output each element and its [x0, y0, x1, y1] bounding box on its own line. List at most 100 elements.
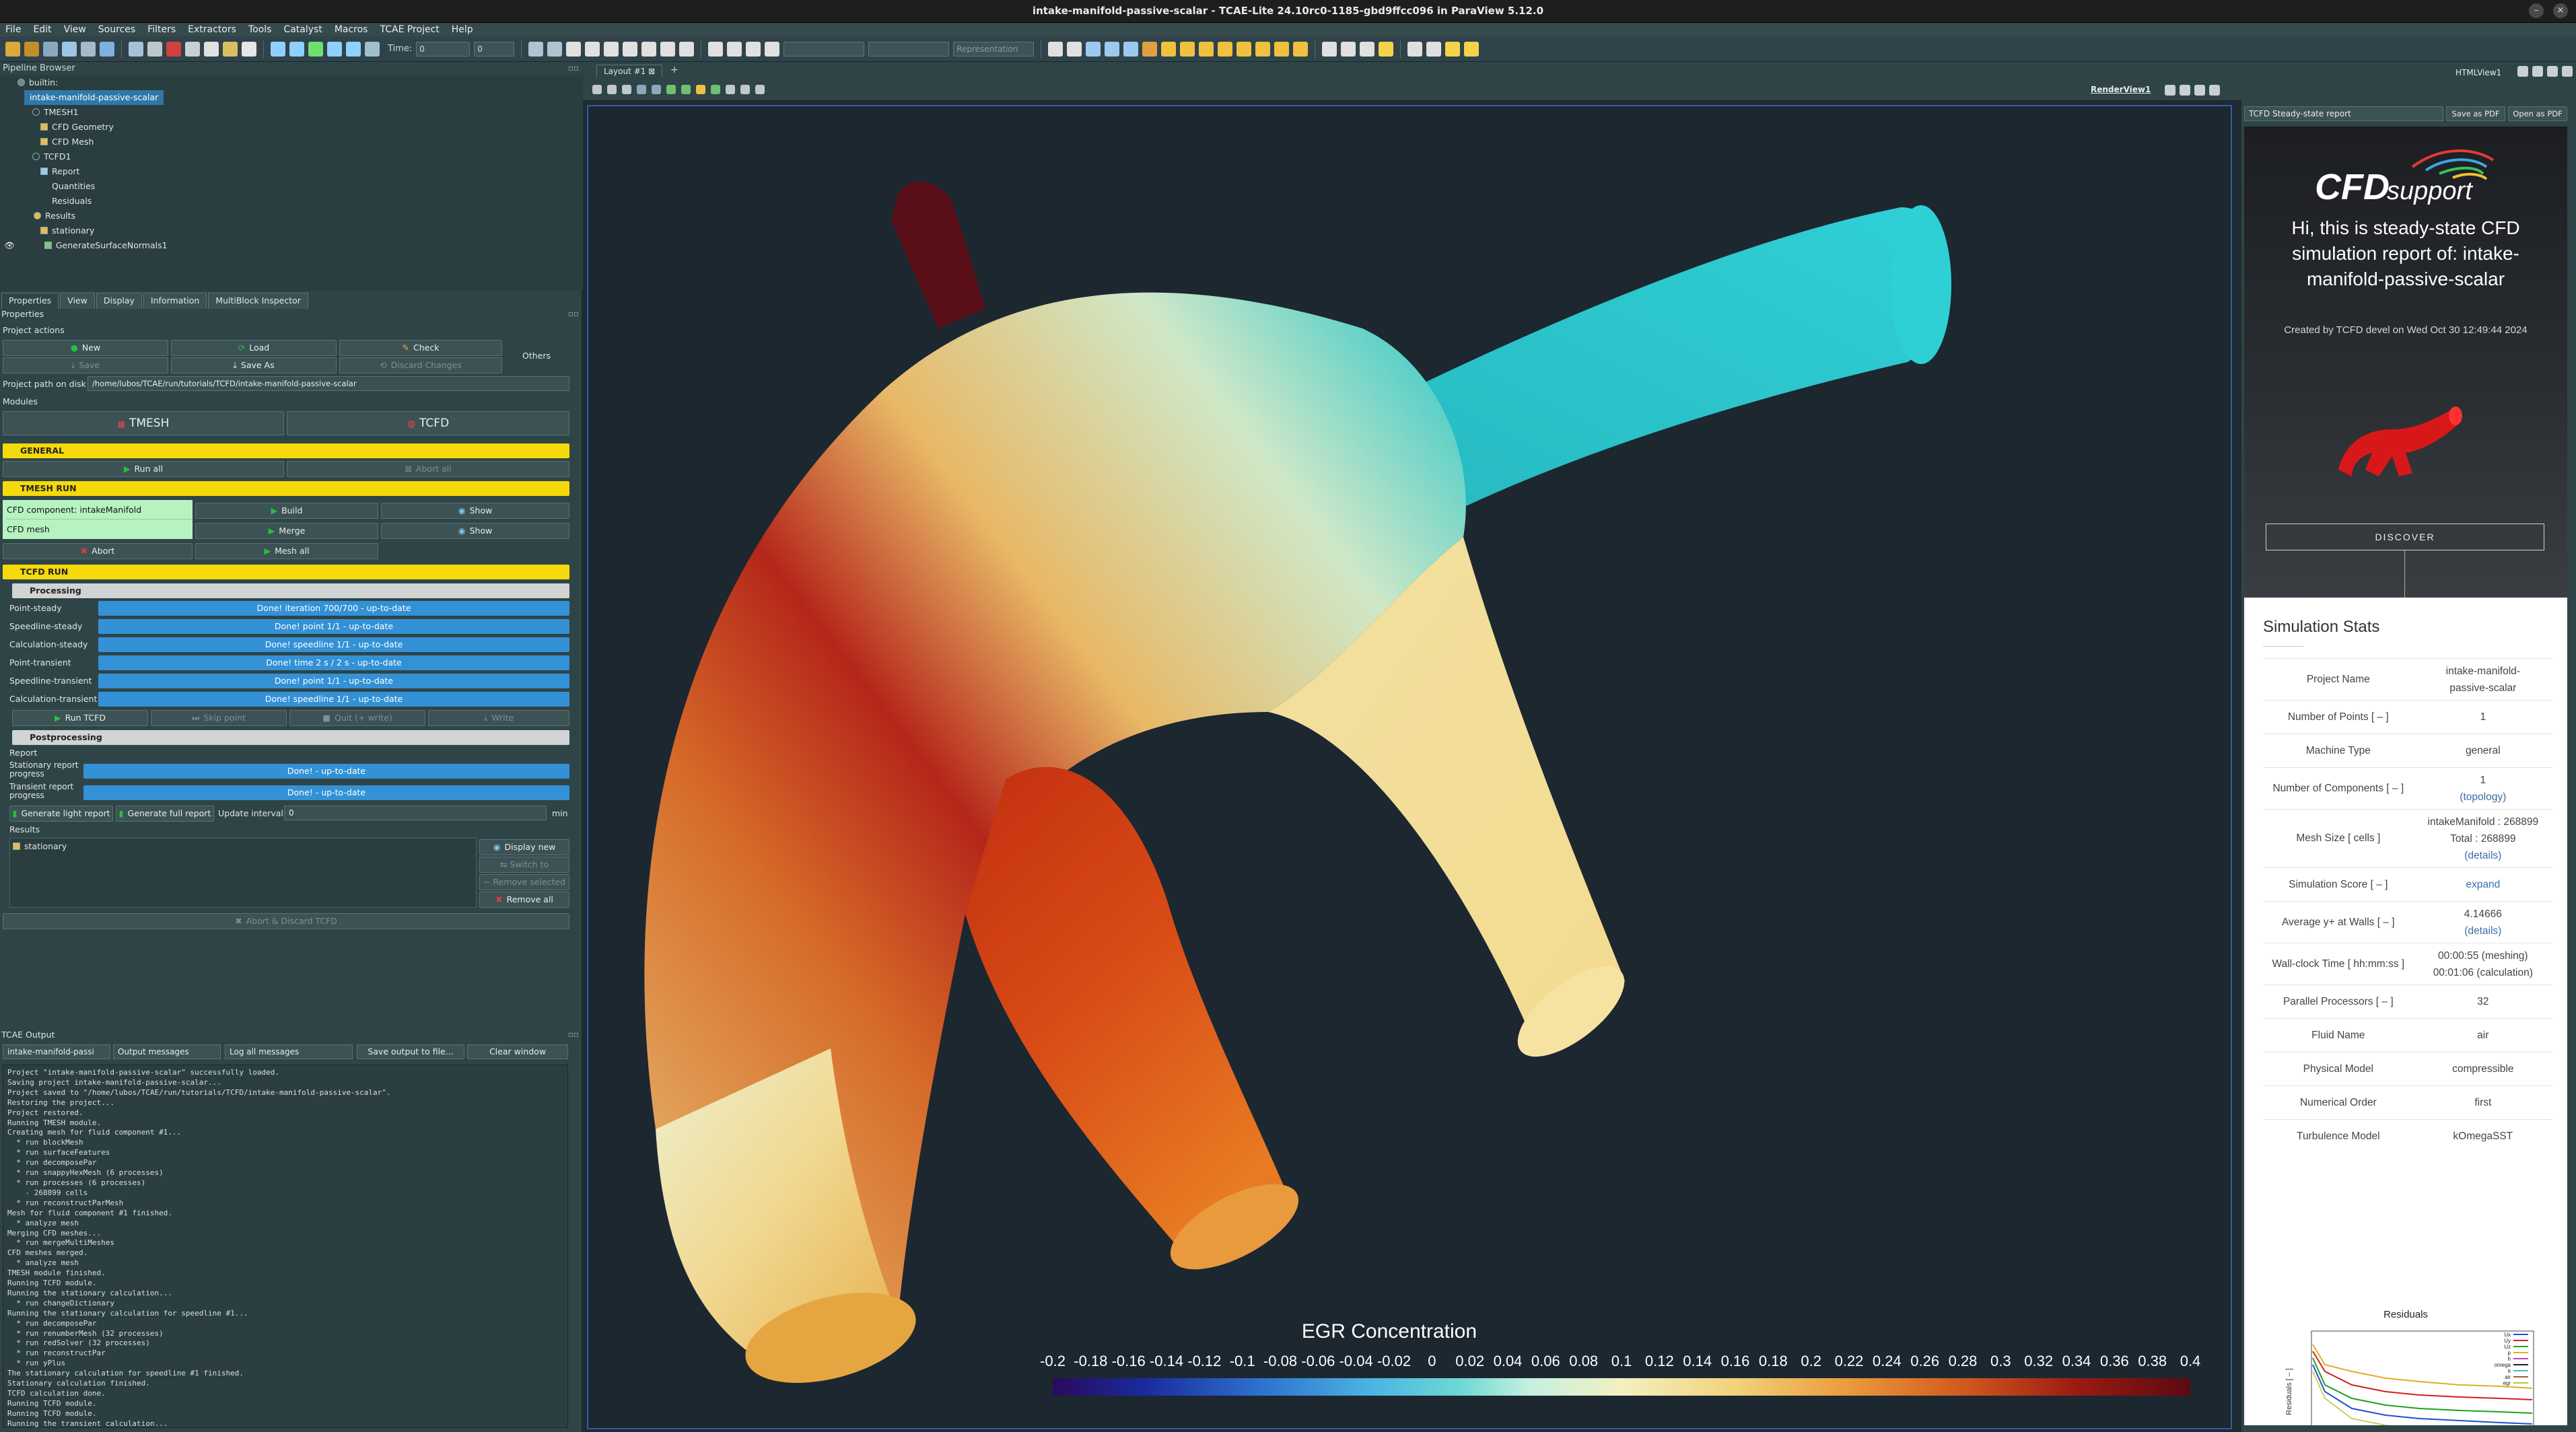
- tree-item-cfd-mesh[interactable]: CFD Mesh: [40, 135, 94, 149]
- eye-icon[interactable]: 👁: [4, 240, 15, 250]
- menu-filters[interactable]: Filters: [147, 23, 176, 36]
- rotate-icon[interactable]: [1322, 41, 1337, 57]
- stats-link[interactable]: (details): [2418, 923, 2548, 939]
- generate-light-report-button[interactable]: ▮ Generate light report: [9, 806, 113, 822]
- view-y-plus-icon[interactable]: [1123, 41, 1139, 57]
- view-x-minus-icon[interactable]: [1105, 41, 1120, 57]
- shrink-icon[interactable]: [755, 85, 765, 94]
- tab-view[interactable]: View: [60, 293, 95, 309]
- rescale-range-icon[interactable]: [746, 41, 761, 57]
- clip-icon[interactable]: [1180, 41, 1195, 57]
- menu-sources[interactable]: Sources: [98, 23, 135, 36]
- stream-tracer-icon[interactable]: [1274, 41, 1290, 57]
- glyph-icon[interactable]: [1255, 41, 1271, 57]
- reset-camera-icon[interactable]: [592, 85, 602, 94]
- tree-item-cfd-geometry[interactable]: CFD Geometry: [40, 120, 114, 135]
- ruler-icon[interactable]: [1445, 41, 1461, 57]
- grow-selection-icon[interactable]: [641, 41, 657, 57]
- rescale-custom-icon[interactable]: [765, 41, 780, 57]
- loop-icon[interactable]: [365, 41, 380, 57]
- hover-icon[interactable]: [726, 85, 735, 94]
- check-project-button[interactable]: ✎ Check: [339, 340, 502, 356]
- others-menu-button[interactable]: Others: [522, 351, 551, 361]
- stats-link[interactable]: (topology): [2418, 789, 2548, 806]
- update-interval-field[interactable]: 0: [284, 806, 547, 820]
- discard-changes-button[interactable]: ⟲ Discard Changes: [339, 357, 502, 373]
- zoom-to-data-icon[interactable]: [1067, 41, 1082, 57]
- stats-link[interactable]: (details): [2418, 847, 2548, 864]
- calculator-icon[interactable]: [1142, 41, 1158, 57]
- abort-all-button[interactable]: ⊠ Abort all: [287, 461, 569, 477]
- menu-tools[interactable]: Tools: [248, 23, 272, 36]
- split-horizontal-icon[interactable]: [2165, 85, 2175, 96]
- clear-window-button[interactable]: Clear window: [467, 1044, 568, 1059]
- run-all-button[interactable]: ▶ Run all: [3, 461, 284, 477]
- redo-icon[interactable]: [185, 41, 200, 57]
- interactive-select-icon[interactable]: [711, 85, 720, 94]
- camera-icon[interactable]: [607, 85, 617, 94]
- close-view-icon[interactable]: [2562, 66, 2573, 77]
- results-list[interactable]: stationary: [9, 838, 477, 908]
- split-horizontal-icon[interactable]: [2517, 66, 2528, 77]
- tmesh-run-section-header[interactable]: TMESH RUN: [3, 481, 569, 496]
- render-view[interactable]: EGR Concentration -0.2 -0.18 -0.16 -0.14 -0.…: [587, 105, 2232, 1429]
- warp-icon[interactable]: [1293, 41, 1309, 57]
- run-tcfd-button[interactable]: ▶ Run TCFD: [12, 710, 148, 726]
- tab-layout-1[interactable]: Layout #1 ⊠: [596, 65, 663, 77]
- view-x-plus-icon[interactable]: [1086, 41, 1101, 57]
- tree-item-project[interactable]: intake-manifold-passive-scalar: [24, 90, 164, 105]
- display-new-button[interactable]: ◉ Display new: [479, 839, 569, 855]
- slice-icon[interactable]: [1199, 41, 1214, 57]
- tree-item-tcfd1[interactable]: TCFD1: [32, 149, 71, 164]
- output-log-combo[interactable]: Log all messages: [225, 1044, 353, 1059]
- save-output-button[interactable]: Save output to file...: [357, 1044, 464, 1059]
- menu-extractors[interactable]: Extractors: [188, 23, 236, 36]
- processing-section-header[interactable]: Processing: [12, 583, 569, 598]
- select-surface-icon[interactable]: [666, 85, 676, 94]
- time-value-field[interactable]: 0: [416, 41, 471, 57]
- menu-file[interactable]: File: [5, 23, 21, 36]
- save-button[interactable]: ⤓ Save: [3, 357, 168, 373]
- pick-center-icon[interactable]: [1360, 41, 1375, 57]
- tree-item-results[interactable]: Results: [34, 209, 75, 223]
- add-layout-icon[interactable]: +: [670, 65, 678, 75]
- disconnect-icon[interactable]: [81, 41, 96, 57]
- camera-undo-icon[interactable]: [204, 41, 219, 57]
- close-icon[interactable]: ×: [2553, 3, 2568, 18]
- save-as-button[interactable]: ⤓ Save As: [171, 357, 337, 373]
- load-state-icon[interactable]: [43, 41, 58, 57]
- show-component-button[interactable]: ◉ Show: [381, 503, 569, 519]
- tag-icon[interactable]: [1464, 41, 1480, 57]
- select-points-icon[interactable]: [566, 41, 582, 57]
- discover-button[interactable]: DISCOVER: [2266, 524, 2544, 550]
- tab-information[interactable]: Information: [143, 293, 207, 309]
- output-messages-combo[interactable]: Output messages: [113, 1044, 221, 1059]
- threshold-icon[interactable]: [1218, 41, 1233, 57]
- remove-selected-button[interactable]: − Remove selected: [479, 874, 569, 890]
- stats-link[interactable]: expand: [2418, 876, 2548, 893]
- center-rotation-icon[interactable]: [1341, 41, 1356, 57]
- select-block-icon[interactable]: [604, 41, 619, 57]
- component-combo[interactable]: [868, 41, 950, 57]
- write-button[interactable]: ⤓ Write: [428, 710, 569, 726]
- play-icon[interactable]: [308, 41, 323, 57]
- build-button[interactable]: ▶ Build: [195, 503, 378, 519]
- menu-catalyst[interactable]: Catalyst: [283, 23, 322, 36]
- select-cells-icon[interactable]: [652, 85, 661, 94]
- animation-icon[interactable]: [1426, 41, 1442, 57]
- show-mesh-button[interactable]: ◉ Show: [381, 523, 569, 539]
- mesh-all-button[interactable]: ▶ Mesh all: [195, 543, 378, 559]
- screenshot-icon[interactable]: [1407, 41, 1423, 57]
- new-project-button[interactable]: ● New: [3, 340, 168, 356]
- first-frame-icon[interactable]: [271, 41, 285, 57]
- results-list-item[interactable]: stationary: [13, 841, 67, 851]
- next-frame-icon[interactable]: [327, 41, 342, 57]
- tree-item-generate-surface-normals[interactable]: 👁 GenerateSurfaceNormals1: [4, 238, 168, 253]
- open-as-pdf-button[interactable]: Open as PDF: [2508, 106, 2567, 121]
- close-view-icon[interactable]: [2209, 85, 2220, 96]
- help-icon[interactable]: [242, 41, 256, 57]
- tree-item-residuals[interactable]: Residuals: [40, 194, 92, 209]
- split-vertical-icon[interactable]: [2180, 85, 2190, 96]
- camera-redo-icon[interactable]: [223, 41, 238, 57]
- select-frustum-icon[interactable]: [681, 85, 691, 94]
